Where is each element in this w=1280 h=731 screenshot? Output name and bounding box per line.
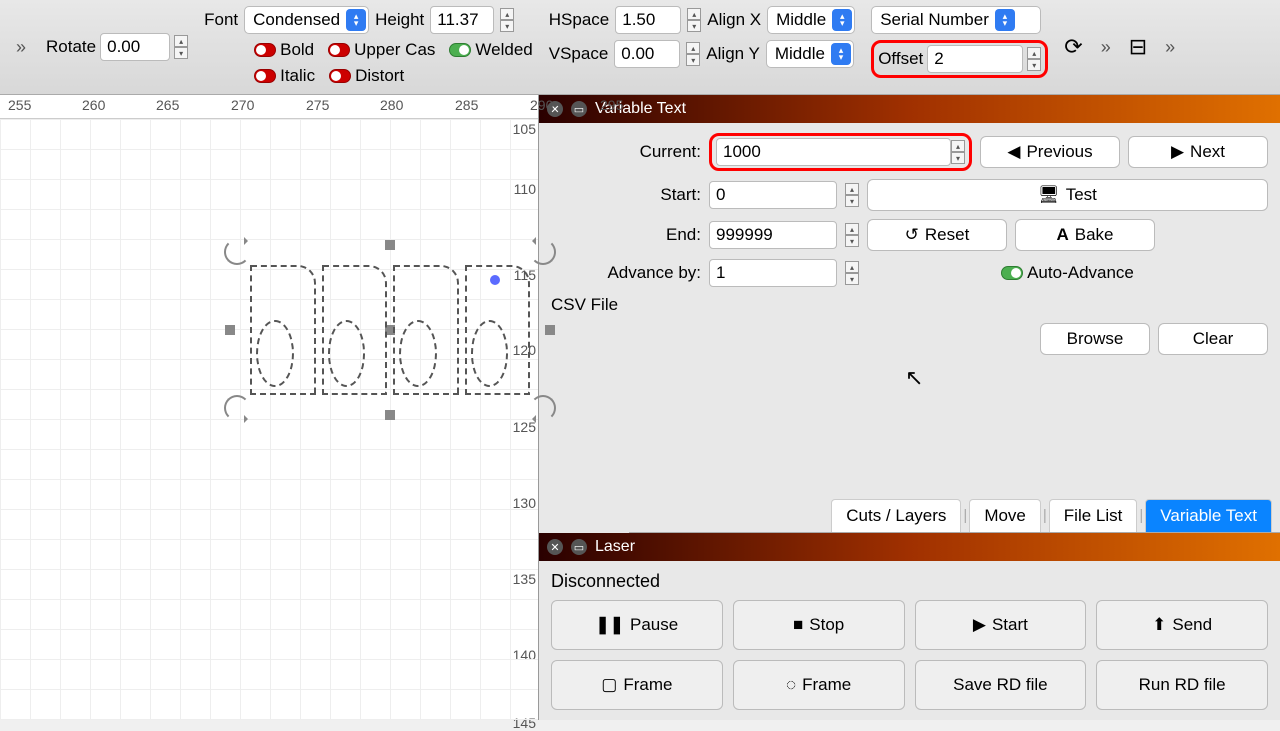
top-toolbar: » Rotate ▴▾ Font Condensed Height ▴▾ Bol… [0,0,1280,95]
advance-spinner[interactable]: ▴▾ [845,261,859,285]
csv-label: CSV File [551,295,618,315]
refresh-icon[interactable]: ⟳ [1064,34,1082,60]
browse-button[interactable]: Browse [1040,323,1150,355]
stop-button[interactable]: ■ Stop [733,600,905,650]
canvas-grid [0,119,538,720]
alignx-label: Align X [707,10,761,30]
rotate-handle-tr[interactable] [530,239,556,265]
clear-button[interactable]: Clear [1158,323,1268,355]
run-rd-button[interactable]: Run RD file [1096,660,1268,710]
current-input[interactable] [716,138,951,166]
font-select[interactable]: Condensed [244,6,369,34]
hspace-input[interactable] [615,6,681,34]
welded-toggle[interactable]: Welded [449,40,532,60]
auto-advance-toggle[interactable]: Auto-Advance [1001,263,1134,283]
variable-text-body: Current: ▴▾ ◀ Previous ▶ Next Start: ▴▾ … [539,123,1280,373]
alignx-select[interactable]: Middle [767,6,855,34]
distort-toggle[interactable]: Distort [329,66,404,86]
aligny-select[interactable]: Middle [766,40,854,68]
advance-input[interactable] [709,259,837,287]
ruler-horizontal: 255 260 265 270 275 280 285 290 295 [0,95,538,119]
end-label: End: [551,225,701,245]
advance-label: Advance by: [551,263,701,283]
height-spinner[interactable]: ▴▾ [500,8,514,32]
hspace-label: HSpace [549,10,609,30]
popout-icon[interactable]: ▭ [571,101,587,117]
offset-spinner[interactable]: ▴▾ [1027,47,1041,71]
laser-status: Disconnected [551,571,1268,592]
font-label: Font [204,10,238,30]
frame-oval-button[interactable]: ◌ Frame [733,660,905,710]
offset-input[interactable] [927,45,1023,73]
reset-button[interactable]: ↺ Reset [867,219,1007,251]
rotate-label: Rotate [46,37,96,57]
previous-button[interactable]: ◀ Previous [980,136,1120,168]
offset-label: Offset [878,49,923,69]
panel-tabs: Cuts / Layers | Move | File List | Varia… [629,499,1280,533]
rotate-input[interactable] [100,33,170,61]
italic-toggle[interactable]: Italic [254,66,315,86]
vspace-spinner[interactable]: ▴▾ [686,42,700,66]
tab-vartext[interactable]: Variable Text [1145,499,1272,532]
handle-l[interactable] [225,325,235,335]
popout-icon[interactable]: ▭ [571,539,587,555]
bold-toggle[interactable]: Bold [254,40,314,60]
vspace-input[interactable] [614,40,680,68]
uppercase-toggle[interactable]: Upper Cas [328,40,435,60]
start-label: Start: [551,185,701,205]
bake-button[interactable]: A Bake [1015,219,1155,251]
laser-header: ✕ ▭ Laser [539,533,1280,561]
laser-body: Disconnected ❚❚ Pause ■ Stop ▶ Start ⬆ S… [539,561,1280,720]
tab-cuts[interactable]: Cuts / Layers [831,499,961,532]
text-selection[interactable] [230,245,550,415]
pause-button[interactable]: ❚❚ Pause [551,600,723,650]
test-button[interactable]: 🖥 Test [867,179,1268,211]
canvas[interactable]: 255 260 265 270 275 280 285 290 295 105 … [0,95,539,720]
start-button[interactable]: ▶ Start [915,600,1087,650]
cursor-icon: ↖ [905,365,923,391]
vartype-select[interactable]: Serial Number [871,6,1041,34]
end-input[interactable] [709,221,837,249]
variable-text-header: ✕ ▭ Variable Text [539,95,1280,123]
frame-rect-button[interactable]: ▢ Frame [551,660,723,710]
next-button[interactable]: ▶ Next [1128,136,1268,168]
collapse-right-icon[interactable]: » [1093,33,1119,62]
collapse-far-right-icon[interactable]: » [1157,33,1183,62]
save-rd-button[interactable]: Save RD file [915,660,1087,710]
handle-b[interactable] [385,410,395,420]
rotate-spinner[interactable]: ▴▾ [174,35,188,59]
rotate-handle-br[interactable] [530,395,556,421]
current-label: Current: [551,142,701,162]
vspace-label: VSpace [549,44,609,64]
handle-r[interactable] [545,325,555,335]
tab-filelist[interactable]: File List [1049,499,1138,532]
hspace-spinner[interactable]: ▴▾ [687,8,701,32]
align-icon[interactable]: ⊟ [1129,34,1147,60]
start-input[interactable] [709,181,837,209]
tab-move[interactable]: Move [969,499,1041,532]
laser-title: Laser [595,538,635,556]
current-spinner[interactable]: ▴▾ [951,140,965,164]
send-button[interactable]: ⬆ Send [1096,600,1268,650]
height-label: Height [375,10,424,30]
close-icon[interactable]: ✕ [547,539,563,555]
collapse-left-icon[interactable]: » [8,33,34,62]
text-dddd [250,265,530,395]
handle-t[interactable] [385,240,395,250]
start-spinner[interactable]: ▴▾ [845,183,859,207]
aligny-label: Align Y [706,44,760,64]
rotate-handle-tl[interactable] [224,239,250,265]
offset-highlight: Offset ▴▾ [871,40,1048,78]
end-spinner[interactable]: ▴▾ [845,223,859,247]
height-input[interactable] [430,6,494,34]
rotate-handle-bl[interactable] [224,395,250,421]
